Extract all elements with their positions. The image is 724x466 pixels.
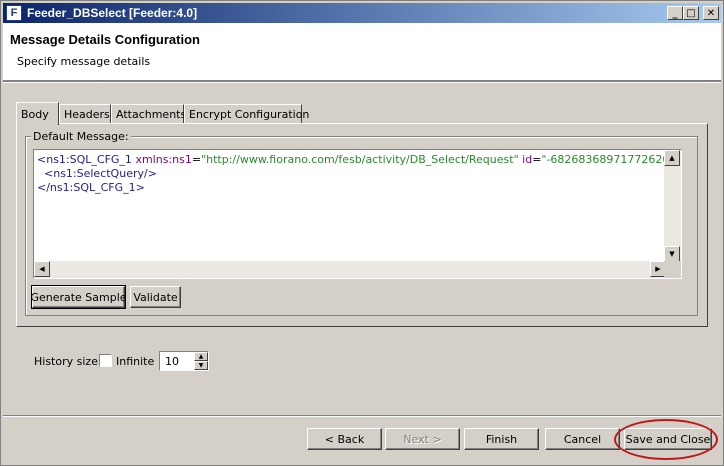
xml-close-tag: </ns1:SQL_CFG_1>	[37, 181, 145, 194]
cancel-button[interactable]: Cancel	[545, 428, 620, 450]
spinner-up-button[interactable]: ▲	[194, 352, 208, 361]
maximize-icon: □	[686, 7, 696, 19]
button-label: < Back	[324, 432, 365, 446]
history-size-value[interactable]: 10	[165, 355, 179, 368]
arrow-right-icon: ▶	[655, 265, 661, 273]
xml-attr-name: xmlns:ns1	[135, 153, 192, 166]
message-editor[interactable]: <ns1:SQL_CFG_1 xmlns:ns1="http://www.fio…	[33, 149, 682, 279]
tab-label: Attachments	[116, 108, 187, 121]
finish-button[interactable]: Finish	[464, 428, 539, 450]
message-editor-text[interactable]: <ns1:SQL_CFG_1 xmlns:ns1="http://www.fio…	[37, 153, 665, 261]
tab-headers[interactable]: Headers	[59, 104, 111, 124]
footer-separator	[3, 415, 721, 417]
xml-child-tag: <ns1:SelectQuery/>	[44, 167, 157, 180]
page-title: Message Details Configuration	[10, 32, 200, 47]
close-icon: ✕	[706, 7, 716, 19]
wizard-header: Message Details Configuration Specify me…	[3, 23, 721, 81]
dialog-window: F Feeder_DBSelect [Feeder:4.0] _ □ ✕ Mes…	[0, 0, 724, 466]
arrow-down-icon: ▼	[198, 362, 204, 369]
tab-label: Body	[21, 107, 49, 121]
generate-sample-button[interactable]: Generate Sample	[30, 285, 127, 309]
title-bar[interactable]: F Feeder_DBSelect [Feeder:4.0] _ □ ✕	[3, 3, 721, 23]
xml-attr-value: "http://www.fiorano.com/fesb/activity/DB…	[201, 153, 519, 166]
horizontal-scrollbar[interactable]: ◀ ▶	[34, 261, 666, 278]
validate-button[interactable]: Validate	[130, 286, 181, 308]
minimize-icon: _	[672, 7, 678, 19]
tab-label: Encrypt Configuration	[189, 108, 310, 121]
tab-attachments[interactable]: Attachments	[111, 104, 187, 124]
save-and-close-button[interactable]: Save and Close	[624, 428, 712, 450]
button-label: Next >	[403, 432, 442, 446]
arrow-left-icon: ◀	[39, 265, 45, 273]
scroll-up-button[interactable]: ▲	[664, 150, 680, 166]
app-icon-letter: F	[10, 6, 18, 19]
scroll-down-button[interactable]: ▼	[664, 246, 680, 262]
default-message-legend: Default Message:	[31, 130, 131, 143]
page-subtitle: Specify message details	[17, 55, 151, 68]
scroll-corner	[664, 261, 681, 278]
spinner-down-button[interactable]: ▼	[194, 361, 208, 370]
vertical-scrollbar[interactable]: ▲ ▼	[664, 150, 681, 262]
close-button[interactable]: ✕	[703, 6, 719, 20]
button-label: Save and Close	[625, 432, 711, 446]
app-icon: F	[6, 5, 22, 21]
xml-open-tag: <ns1:SQL_CFG_1	[37, 153, 132, 166]
tab-encrypt-configuration[interactable]: Encrypt Configuration	[184, 104, 309, 124]
infinite-checkbox[interactable]	[99, 354, 112, 367]
window-title: Feeder_DBSelect [Feeder:4.0]	[27, 6, 198, 20]
tab-body[interactable]: Body	[16, 102, 59, 125]
arrow-up-icon: ▲	[198, 353, 204, 360]
button-label: Finish	[485, 432, 518, 446]
header-separator	[3, 81, 721, 83]
button-label: Cancel	[563, 432, 602, 446]
next-button[interactable]: Next >	[385, 428, 460, 450]
maximize-button[interactable]: □	[683, 6, 699, 20]
minimize-button[interactable]: _	[667, 6, 683, 20]
arrow-down-icon: ▼	[669, 250, 675, 258]
button-label: Validate	[133, 290, 178, 304]
button-label: Generate Sample	[30, 290, 127, 304]
infinite-label: Infinite	[116, 355, 155, 368]
scroll-left-button[interactable]: ◀	[34, 261, 50, 277]
back-button[interactable]: < Back	[307, 428, 382, 450]
history-size-spinner[interactable]: 10 ▲ ▼	[159, 351, 209, 371]
history-size-label: History size:	[34, 355, 102, 368]
xml-attr-value: "-6826836897177262080"	[541, 153, 665, 166]
arrow-up-icon: ▲	[669, 154, 675, 162]
xml-attr-name: id	[522, 153, 533, 166]
tab-label: Headers	[64, 108, 110, 121]
